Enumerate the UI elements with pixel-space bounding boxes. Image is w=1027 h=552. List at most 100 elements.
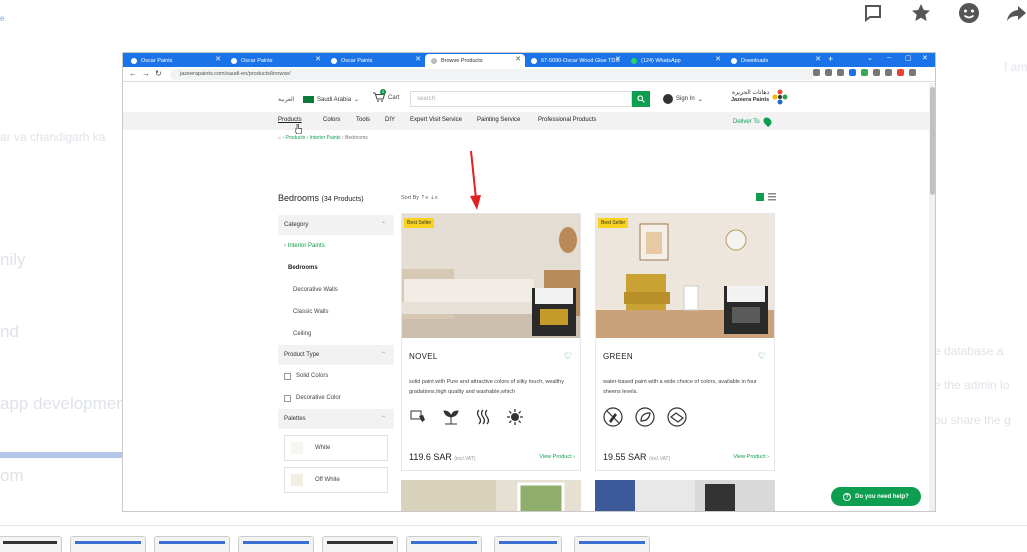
menu-painting-service[interactable]: Painting Service	[477, 117, 520, 123]
view-product-link[interactable]: View Product ›	[733, 454, 769, 460]
extension-icon[interactable]	[861, 69, 868, 76]
product-card[interactable]: Best Seller NOVEL ♡ solid paint with Pur…	[401, 213, 581, 471]
extension-icon[interactable]	[885, 69, 892, 76]
sort-asc-icon[interactable]: ⇡≡	[421, 195, 429, 201]
checkbox[interactable]	[284, 372, 291, 380]
product-image[interactable]: Best Seller	[402, 214, 580, 338]
forward-icon[interactable]: →	[142, 69, 150, 78]
window-thumbnail[interactable]	[406, 536, 482, 552]
deliver-to[interactable]: Deliver To	[733, 115, 773, 128]
close-tab-icon[interactable]: ✕	[415, 55, 421, 63]
menu-tools[interactable]: Tools	[356, 117, 370, 123]
window-thumbnail[interactable]	[70, 536, 146, 552]
sort-desc-icon[interactable]: ⇣≡	[430, 195, 438, 201]
category-current[interactable]: Bedrooms	[278, 257, 394, 279]
signin-button[interactable]: Sign In ⌄	[663, 94, 703, 104]
checkbox[interactable]	[284, 394, 291, 402]
filter-sidebar: Category ⌃ ‹ Interior Paints Bedrooms Dec…	[278, 215, 394, 499]
product-name[interactable]: NOVEL	[409, 352, 438, 361]
chevron-down-icon[interactable]: ⌄	[867, 54, 873, 62]
menu-dots-icon[interactable]	[909, 69, 916, 76]
close-tab-icon[interactable]: ✕	[615, 55, 621, 63]
window-thumbnail[interactable]	[238, 536, 314, 552]
extension-icon[interactable]	[813, 69, 820, 76]
palette-off-white[interactable]: Off White	[284, 467, 388, 493]
product-image[interactable]: Best Seller	[596, 214, 774, 338]
back-to-interior-paints[interactable]: ‹ Interior Paints	[278, 235, 394, 257]
search-input[interactable]: search	[410, 91, 632, 107]
palette-white[interactable]: White	[284, 435, 388, 461]
scrollbar-thumb[interactable]	[930, 87, 935, 195]
maximize-icon[interactable]: ▢	[905, 54, 912, 62]
menu-colors[interactable]: Colors	[323, 117, 340, 123]
browser-tab[interactable]: Oscar Paints ✕	[325, 54, 425, 67]
list-view-icon[interactable]	[768, 193, 776, 201]
palettes-header[interactable]: Palettes ⌃	[278, 409, 394, 429]
chevron-up-icon: ⌃	[380, 352, 386, 358]
product-card-preview[interactable]	[595, 480, 775, 511]
product-type-header[interactable]: Product Type ⌃	[278, 345, 394, 365]
close-tab-icon[interactable]: ✕	[715, 55, 721, 63]
emoji-icon[interactable]	[956, 0, 982, 26]
close-window-icon[interactable]: ✕	[922, 54, 928, 62]
url-field[interactable]: jazeerapaints.com/saudi-en/products/brow…	[170, 69, 815, 80]
browser-tab[interactable]: Oscar Paints ✕	[225, 54, 325, 67]
product-card-preview[interactable]	[401, 480, 581, 511]
gmail-icon[interactable]	[897, 69, 904, 76]
cart-button[interactable]: 0 Cart	[373, 89, 399, 104]
back-icon[interactable]: ←	[129, 69, 137, 78]
window-thumbnail[interactable]	[574, 536, 650, 552]
browser-tab[interactable]: (124) WhatsApp ✕	[625, 54, 725, 67]
grid-view-icon[interactable]	[756, 193, 764, 201]
close-tab-icon[interactable]: ✕	[815, 55, 821, 63]
language-switch[interactable]: العربية	[278, 96, 294, 103]
close-tab-icon[interactable]: ✕	[215, 55, 221, 63]
menu-expert-visit[interactable]: Expert Visit Service	[410, 117, 462, 123]
page-title: Bedrooms (34 Products)	[278, 193, 364, 203]
menu-diy[interactable]: DIY	[385, 117, 395, 123]
filter-checkbox[interactable]: Decorative Color	[278, 387, 394, 409]
sort-control[interactable]: Sort By ⇡≡ ⇣≡	[401, 195, 438, 201]
heart-icon[interactable]: ♡	[758, 351, 766, 362]
product-card[interactable]: Best Seller GREEN ♡ water-based paint wi…	[595, 213, 775, 471]
bookmark-icon[interactable]	[837, 69, 844, 76]
site-logo[interactable]: دهانات الجزيرة Jazeera Paints	[731, 89, 788, 105]
breadcrumb-item[interactable]: Products	[285, 135, 305, 141]
filter-checkbox[interactable]: Solid Colors	[278, 365, 394, 387]
extension-icon[interactable]	[849, 69, 856, 76]
browser-tab-active[interactable]: Browse Products ✕	[425, 54, 525, 67]
view-toggle	[756, 193, 776, 201]
home-icon[interactable]: ⌂	[278, 135, 281, 141]
puzzle-icon[interactable]	[873, 69, 880, 76]
window-thumbnail[interactable]	[0, 536, 62, 552]
window-thumbnail[interactable]	[494, 536, 562, 552]
comment-icon[interactable]	[860, 0, 886, 26]
window-thumbnail[interactable]	[154, 536, 230, 552]
star-icon[interactable]	[908, 0, 934, 26]
menu-products[interactable]: Products	[278, 117, 302, 123]
category-header[interactable]: Category ⌃	[278, 215, 394, 235]
help-chat-button[interactable]: ? Do you need help?	[831, 487, 921, 506]
view-product-link[interactable]: View Product ›	[539, 454, 575, 460]
reload-icon[interactable]: ↻	[155, 69, 162, 78]
window-thumbnail[interactable]	[322, 536, 398, 552]
menu-professional[interactable]: Professional Products	[538, 117, 596, 123]
extension-icon[interactable]	[825, 69, 832, 76]
browser-tab[interactable]: 67-5090-Oscar Wood Glue TDS ✕	[525, 54, 625, 67]
product-name[interactable]: GREEN	[603, 352, 633, 361]
category-item[interactable]: Ceiling	[278, 323, 394, 345]
region-select[interactable]: Saudi Arabia ⌄	[303, 96, 359, 103]
browser-tab[interactable]: Downloads ✕	[725, 54, 825, 67]
category-item[interactable]: Classic Walls	[278, 301, 394, 323]
browser-tab[interactable]: Oscar Paints ✕	[125, 54, 225, 67]
share-icon[interactable]	[1004, 0, 1027, 26]
new-tab-icon[interactable]: +	[828, 54, 833, 64]
category-item[interactable]: Decorative Walls	[278, 279, 394, 301]
close-tab-icon[interactable]: ✕	[515, 55, 521, 63]
breadcrumb-item[interactable]: Interior Paints	[310, 135, 341, 141]
search-button[interactable]	[632, 91, 650, 107]
heart-icon[interactable]: ♡	[564, 351, 572, 362]
minimize-icon[interactable]: –	[887, 54, 891, 61]
close-tab-icon[interactable]: ✕	[315, 55, 321, 63]
page-scrollbar[interactable]	[929, 83, 935, 511]
